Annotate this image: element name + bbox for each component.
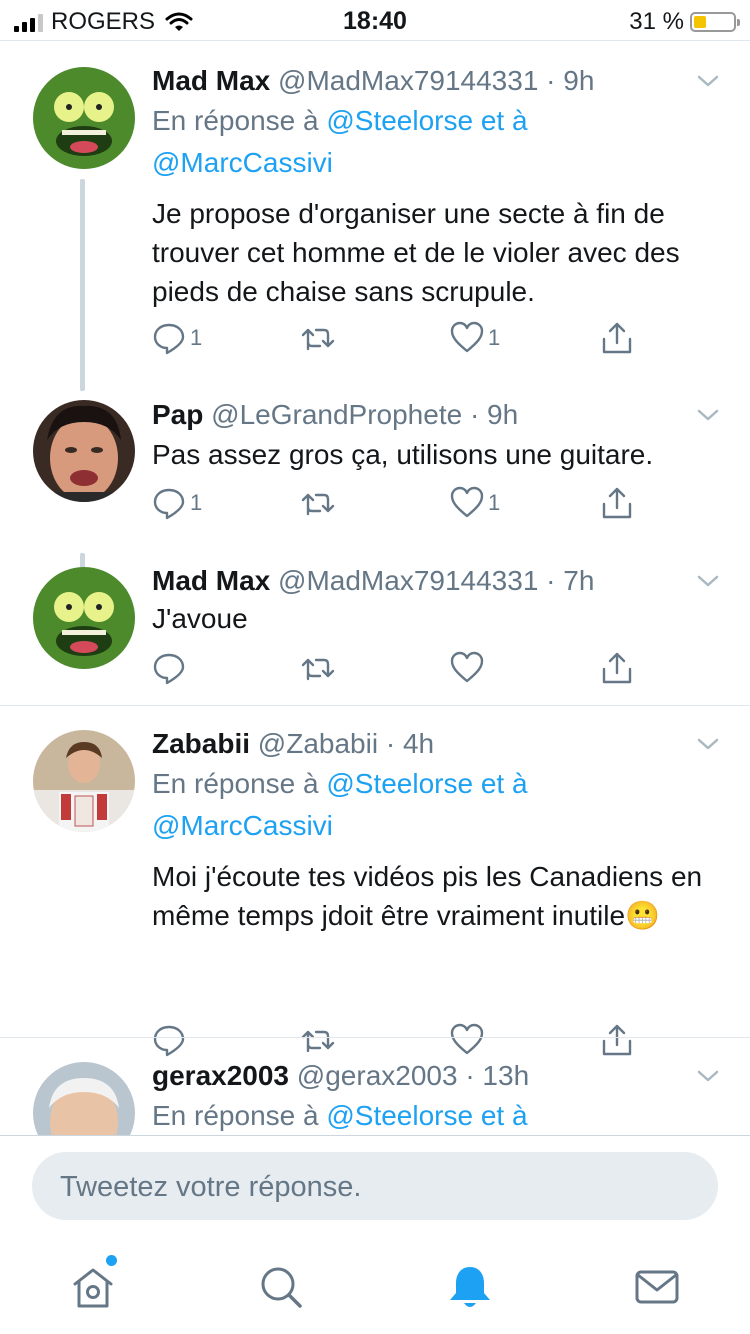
reply-count: 1 [190,490,203,515]
like-button[interactable]: 1 [450,486,500,520]
avatar[interactable] [33,400,135,502]
tweet-text: Je propose d'organiser une secte à fin d… [152,198,680,307]
search-icon [261,1267,302,1308]
heart-icon [450,486,484,518]
tweet-item[interactable]: Mad Max @MadMax79144331 · 7h J'avoue [0,561,750,706]
messages-icon [635,1270,679,1304]
heart-icon [450,651,484,683]
tab-bar [0,1240,750,1334]
reply-feed[interactable]: Mad Max @MadMax79144331 · 9h En réponse … [0,41,750,1135]
reply-icon [153,653,185,685]
mention-link[interactable]: @Steelorse [326,1100,473,1131]
heart-icon [450,321,484,353]
new-content-dot [106,1255,117,1266]
tweet-header: Zababii @Zababii · 4h [152,728,434,760]
tweet-text: J'avoue [152,603,248,634]
handle-time[interactable]: @LeGrandProphete · 9h [211,399,518,430]
reply-context: En réponse à @Steelorse et à @MarcCassiv… [152,768,528,841]
reply-composer[interactable] [32,1152,718,1222]
tweet-actions: 1 1 [152,321,652,361]
chevron-down-icon[interactable] [696,732,720,756]
battery-icon [690,12,740,32]
reply-icon [153,488,185,520]
like-count: 1 [488,490,501,515]
tweet-text-body: Moi j'écoute tes vidéos pis les Canadien… [152,861,703,931]
tweet-item[interactable]: Pap @LeGrandProphete · 9h Pas assez gros… [0,391,750,595]
handle-time[interactable]: @Zababii · 4h [258,728,434,759]
avatar[interactable] [33,1062,135,1135]
like-count: 1 [488,325,501,350]
retweet-icon [301,658,335,681]
display-name[interactable]: Mad Max [152,565,270,596]
chevron-down-icon[interactable] [696,1064,720,1088]
battery-percent: 31 % [629,8,684,35]
status-bar: ROGERS 18:40 31 % [0,0,750,40]
tweet-actions [152,651,652,691]
battery-group: 31 % [629,8,740,36]
handle-time[interactable]: @MadMax79144331 · 7h [278,565,594,596]
avatar[interactable] [33,67,135,169]
tweet-actions: 1 1 [152,486,652,526]
chevron-down-icon[interactable] [696,403,720,427]
reply-context: En réponse à @Steelorse et à [152,1100,528,1131]
share-button[interactable] [600,321,634,355]
tab-notifications[interactable] [445,1262,495,1312]
tweet-header: Pap @LeGrandProphete · 9h [152,399,518,431]
composer-divider [0,1135,750,1136]
tweet-header: Mad Max @MadMax79144331 · 9h [152,65,594,97]
reply-count: 1 [190,325,203,350]
tab-home[interactable] [68,1255,118,1312]
grimacing-emoji: 😬 [625,900,660,931]
mention-link[interactable]: @MarcCassivi [152,810,333,841]
reply-button[interactable]: 1 [152,486,202,520]
reply-icon [153,323,185,355]
avatar[interactable] [33,567,135,669]
avatar[interactable] [33,730,135,832]
reply-button[interactable]: 1 [152,321,202,355]
share-icon [602,322,632,354]
mention-link[interactable]: @Steelorse [326,768,473,799]
display-name[interactable]: gerax2003 [152,1060,289,1091]
thread-line [80,179,85,391]
tweet-text: Pas assez gros ça, utilisons une guitare… [152,439,654,470]
share-button[interactable] [600,651,634,685]
retweet-button[interactable] [300,486,336,520]
mention-link[interactable]: @Steelorse [326,105,473,136]
retweet-icon [301,328,335,351]
tab-messages[interactable] [632,1262,682,1312]
tweet-header: gerax2003 @gerax2003 · 13h [152,1060,529,1092]
tweet-header: Mad Max @MadMax79144331 · 7h [152,565,594,597]
display-name[interactable]: Mad Max [152,65,270,96]
handle-time[interactable]: @gerax2003 · 13h [297,1060,529,1091]
like-button[interactable]: 1 [450,321,500,355]
notifications-icon [450,1267,490,1307]
handle-time[interactable]: @MadMax79144331 · 9h [278,65,594,96]
retweet-icon [301,493,335,516]
retweet-button[interactable] [300,321,336,355]
tweet-text: Moi j'écoute tes vidéos pis les Canadien… [152,857,732,935]
tweet-item[interactable]: gerax2003 @gerax2003 · 13h En réponse à … [0,1038,750,1135]
tab-search[interactable] [256,1262,306,1312]
display-name[interactable]: Zababii [152,728,250,759]
tweet-item[interactable]: Zababii @Zababii · 4h En réponse à @Stee… [0,706,750,1057]
chevron-down-icon[interactable] [696,69,720,93]
reply-input[interactable] [58,1152,692,1222]
retweet-button[interactable] [300,651,336,685]
share-button[interactable] [600,486,634,520]
chevron-down-icon[interactable] [696,569,720,593]
share-icon [602,652,632,684]
tweet-item[interactable]: Mad Max @MadMax79144331 · 9h En réponse … [0,41,750,391]
reply-context: En réponse à @Steelorse et à @MarcCassiv… [152,105,528,178]
like-button[interactable] [450,651,484,685]
reply-button[interactable] [152,651,186,685]
display-name[interactable]: Pap [152,399,203,430]
mention-link[interactable]: @MarcCassivi [152,147,333,178]
share-icon [602,487,632,519]
home-icon [73,1268,113,1308]
